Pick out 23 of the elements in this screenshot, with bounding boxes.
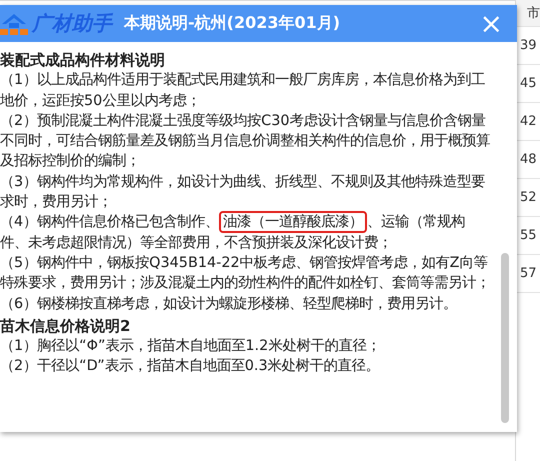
note-paragraph: （1）以上成品构件适用于装配式民用建筑和一般厂房库房，本信息价格为到工地价，运距按50公里以内考虑； xyxy=(0,70,486,111)
table-cell: 55 xyxy=(520,228,537,243)
table-cell: 39 xyxy=(520,38,537,53)
note-paragraph: （4）钢构件信息价格已包含制作、 油漆（一道醇酸底漆） 、运输（常规构件、未考虑超限情况）等全部费用，不含预拼装及深化设计费； xyxy=(0,212,492,253)
table-cell: 48 xyxy=(520,152,537,167)
note-paragraph: （2）干径以“D”表示，指苗木自地面至0.3米处树干的直径。 xyxy=(0,357,381,376)
table-cell: 57 xyxy=(520,266,537,281)
house-logo-icon xyxy=(0,12,30,36)
window-title: 本期说明-杭州(2023年01月) xyxy=(124,13,342,34)
column-header: 市 xyxy=(527,5,540,22)
close-button[interactable]: × xyxy=(470,10,513,38)
section-heading: 装配式成品构件材料说明 xyxy=(0,50,166,70)
scrollbar-thumb[interactable] xyxy=(501,253,509,423)
highlight-frame: 油漆（一道醇酸底漆） xyxy=(219,211,368,234)
note-paragraph: （3）钢构件均为常规构件，如设计为曲线、折线型、不规则及其他特殊造型要求时，费用另计； xyxy=(0,172,486,212)
table-cell: 52 xyxy=(520,190,537,205)
section-heading: 苗木信息价格说明2 xyxy=(0,316,132,336)
table-cell: 45 xyxy=(520,76,537,91)
note-paragraph: （1）胸径以“Φ”表示，指苗木自地面至1.2米处树干的直径； xyxy=(0,337,382,356)
table-cell: 42 xyxy=(520,114,537,129)
note-paragraph: （5）钢构件中，钢板按Q345B14-22中板考虑、钢管按焊管考虑，如有Z向等特殊要求，费用另计；涉及混凝土内的劲性构件的配件如栓钉、套筒等需另计； xyxy=(0,254,491,294)
note-paragraph: （2）预制混凝土构件混凝土强度等级均按C30考虑设计含钢量与信息价含钢量不同时，可结合钢筋量差及钢筋当月信息价调整相关构件的信息价，用于概预算及招标控制价的编制； xyxy=(0,112,491,172)
note-paragraph: （6）钢楼梯按直梯考虑，如设计为螺旋形楼梯、轻型爬梯时，费用另计。 xyxy=(0,294,458,314)
